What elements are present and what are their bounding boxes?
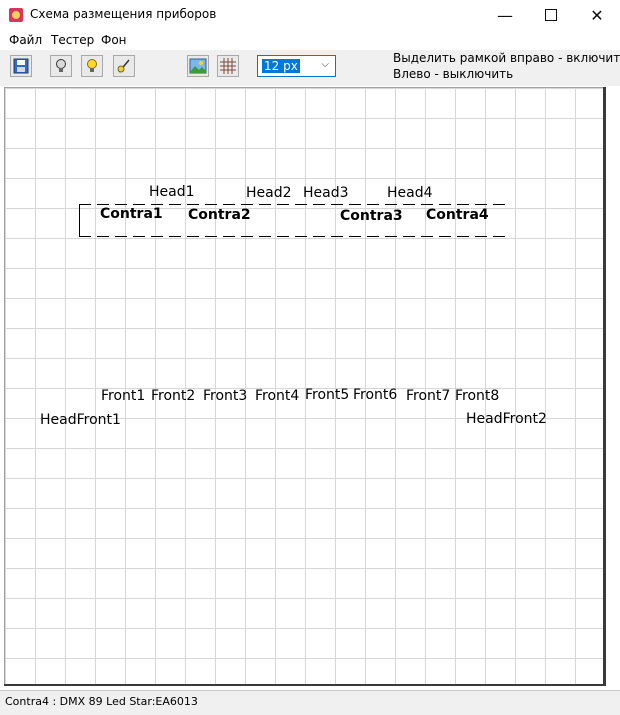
menu-file[interactable]: Файл — [9, 33, 42, 47]
brush-icon — [117, 59, 130, 73]
device-contra[interactable]: Contra2 — [188, 207, 251, 223]
grid-size-dropdown[interactable]: 12 px ⌵ — [257, 55, 336, 77]
lamp-on-icon — [87, 59, 97, 72]
background-image-button[interactable] — [187, 55, 209, 77]
menu-tester[interactable]: Тестер — [51, 33, 94, 47]
minimize-button[interactable]: — — [482, 0, 528, 30]
status-bar: Contra4 : DMX 89 Led Star:EA6013 — [0, 690, 620, 715]
device-front[interactable]: Front2 — [151, 388, 195, 404]
menu-bar: Файл Тестер Фон — [0, 30, 620, 50]
device-front[interactable]: Front7 — [406, 388, 450, 404]
device-contra[interactable]: Contra3 — [340, 208, 403, 224]
grid-toggle-button[interactable] — [217, 55, 239, 77]
device-contra[interactable]: Contra4 — [426, 207, 489, 223]
device-front[interactable]: Front5 — [305, 387, 349, 403]
app-icon — [9, 8, 23, 22]
grid-size-value: 12 px — [262, 59, 300, 73]
device-front[interactable]: Front1 — [101, 388, 145, 404]
maximize-icon — [545, 9, 557, 21]
lamp-off-icon — [56, 59, 66, 72]
status-text: Contra4 : DMX 89 Led Star:EA6013 — [5, 695, 198, 708]
grid-icon — [220, 58, 236, 74]
device-contra[interactable]: Contra1 — [100, 206, 163, 222]
lamp-on-button[interactable] — [81, 55, 103, 77]
close-button[interactable]: ✕ — [574, 0, 620, 30]
save-button[interactable] — [10, 55, 32, 77]
canvas-bottom-edge — [4, 684, 606, 686]
layout-canvas[interactable] — [4, 87, 604, 685]
save-icon — [13, 58, 29, 74]
device-headfront[interactable]: HeadFront2 — [466, 411, 547, 427]
device-head[interactable]: Head1 — [149, 184, 195, 200]
device-front[interactable]: Front8 — [455, 388, 499, 404]
device-front[interactable]: Front6 — [353, 387, 397, 403]
minimize-icon: — — [497, 5, 513, 25]
brush-button[interactable] — [113, 55, 135, 77]
hint-select-left: Влево - выключить — [393, 67, 514, 81]
device-head[interactable]: Head3 — [303, 185, 349, 201]
maximize-button[interactable] — [528, 0, 574, 30]
device-head[interactable]: Head2 — [246, 185, 292, 201]
lamp-off-button[interactable] — [50, 55, 72, 77]
chevron-down-icon: ⌵ — [321, 59, 329, 70]
window-title: Схема размещения приборов — [30, 7, 217, 21]
device-headfront[interactable]: HeadFront1 — [40, 412, 121, 428]
hint-select-right: Выделить рамкой вправо - включить — [393, 51, 620, 65]
device-front[interactable]: Front3 — [203, 388, 247, 404]
background-image-icon — [189, 58, 207, 74]
device-head[interactable]: Head4 — [387, 185, 433, 201]
device-front[interactable]: Front4 — [255, 388, 299, 404]
title-bar: Схема размещения приборов — ✕ — [0, 0, 620, 30]
canvas-right-edge — [603, 87, 606, 685]
menu-background[interactable]: Фон — [101, 33, 127, 47]
close-icon: ✕ — [590, 5, 604, 25]
